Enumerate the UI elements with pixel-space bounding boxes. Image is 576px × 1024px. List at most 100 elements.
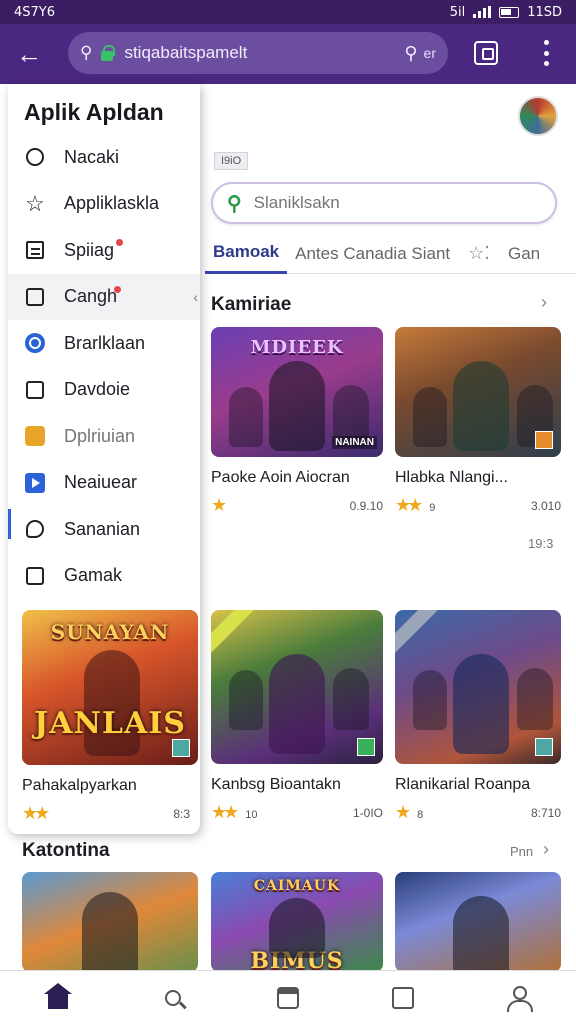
small-badge: I9iO xyxy=(214,152,249,170)
app-size: 1-0IO xyxy=(352,805,383,820)
tab-antes[interactable]: Antes Canadia Siant xyxy=(287,234,458,274)
url-suffix: er xyxy=(423,45,436,61)
nav-tabs[interactable] xyxy=(268,978,308,1018)
rating-stars-icon: ★ xyxy=(395,802,411,822)
app-size: 8:710 xyxy=(530,805,561,820)
app-size: 8:3 xyxy=(173,806,190,821)
app-card[interactable] xyxy=(22,872,198,970)
app-meta: ★ 0.9.10 xyxy=(211,495,383,516)
drawer-item-label: Davdoie xyxy=(64,379,131,400)
url-text: stiqabaitspamelt xyxy=(124,43,248,62)
category-tabs: Bamoak Antes Canadia Siant ☆⁚ Gan xyxy=(205,234,576,274)
app-card[interactable]: MDIEEK NAINAN Paoke Aoin Aiocran ★ 0.9.1… xyxy=(211,327,383,516)
drawer-item-appliklaskla[interactable]: ☆ Appliklaskla xyxy=(8,181,200,228)
user-icon xyxy=(506,985,534,1012)
rating-note: 9 xyxy=(429,502,436,514)
drawer-item-davdoie[interactable]: Davdoie xyxy=(8,367,200,414)
rating-stars-icon: ★★ xyxy=(22,803,50,823)
tab-gan[interactable]: Gan xyxy=(500,234,548,274)
drawer-item-spiiag[interactable]: Spiiag xyxy=(8,227,200,274)
overflow-menu-icon[interactable] xyxy=(536,38,556,68)
search-icon: ⚲ xyxy=(227,192,242,215)
section-title-katontina: Katontina xyxy=(22,840,110,861)
drawer-item-label: Dplriuian xyxy=(64,425,136,446)
address-bar[interactable]: ⚲ stiqabaitspamelt ⚲ er xyxy=(68,32,448,74)
home-icon xyxy=(43,982,72,1009)
nav-home[interactable] xyxy=(38,978,78,1018)
notification-dot xyxy=(116,239,123,246)
rating-note: 10 xyxy=(245,809,258,821)
app-meta: ★★ 10 1-0IO xyxy=(211,802,383,823)
star-outline-icon: ☆ xyxy=(25,190,45,216)
app-logo-text: CAIMAUK xyxy=(253,878,341,894)
featured-app-card[interactable]: SUNAYAN JANLAIS Pahakalpyarkan ★★ 8:3 xyxy=(22,610,198,824)
nav-profile[interactable] xyxy=(498,978,538,1018)
drawer-item-cangh[interactable]: Cangh ‹ xyxy=(8,273,200,320)
app-thumbnail xyxy=(22,872,198,970)
blue-circle-icon xyxy=(24,332,46,354)
inbox-icon xyxy=(24,286,46,308)
lock-icon xyxy=(98,44,116,62)
app-card[interactable]: CAIMAUK BIMUS xyxy=(211,872,383,970)
drawer-item-label: Sananian xyxy=(64,518,141,539)
nav-search[interactable] xyxy=(153,978,193,1018)
drawer-item-sananian[interactable]: Sananian xyxy=(8,506,200,553)
notification-dot xyxy=(114,285,121,293)
drawer-item-label: Appliklaskla xyxy=(64,193,160,214)
drawer-item-gamak[interactable]: Gamak xyxy=(8,553,200,600)
app-thumbnail: CAIMAUK BIMUS xyxy=(211,872,383,970)
app-logo-text-2: JANLAIS xyxy=(34,706,186,741)
app-card[interactable]: Rlanikarial Roanpa ★ 8 8:710 xyxy=(395,610,561,823)
app-card[interactable] xyxy=(395,872,561,970)
browser-toolbar: ← ⚲ stiqabaitspamelt ⚲ er xyxy=(0,24,576,84)
app-thumbnail xyxy=(395,610,561,764)
row-count: 19:3 xyxy=(528,536,554,551)
battery-icon xyxy=(499,6,520,18)
drawer-item-nacaki[interactable]: Nacaki xyxy=(8,134,200,181)
app-title: Hlabka Nlangi... xyxy=(395,469,508,486)
app-title: Kanbsg Bioantakn xyxy=(211,776,341,793)
chevron-right-icon[interactable]: › xyxy=(541,292,547,313)
tabs-switcher-icon[interactable] xyxy=(474,41,498,65)
lens-search-icon[interactable]: ⚲ xyxy=(404,43,417,64)
search-icon: ⚲ xyxy=(80,43,93,62)
drawer-item-dplriuian[interactable]: Dplriuian xyxy=(8,413,200,460)
compass-icon xyxy=(24,146,46,168)
drawer-item-label: Neaiuear xyxy=(64,472,138,493)
app-logo-text: MDIEEK xyxy=(250,337,344,358)
drawer-item-neaiuear[interactable]: Neaiuear xyxy=(8,460,200,507)
drawer-item-label: Nacaki xyxy=(64,146,120,167)
nav-square[interactable] xyxy=(383,978,423,1018)
tab-icon xyxy=(276,986,299,1009)
app-corner-badge xyxy=(535,738,553,756)
app-meta: ★★ 9 3.010 xyxy=(395,495,561,516)
drawer-item-brarlklaan[interactable]: Brarlklaan xyxy=(8,320,200,367)
tab-bamoak[interactable]: Bamoak xyxy=(205,234,288,274)
app-size: 0.9.10 xyxy=(349,498,383,513)
drawer-item-label: Spiiag xyxy=(64,239,115,260)
status-clock: 11SD xyxy=(527,4,562,20)
rating-stars-icon: ★★ xyxy=(395,495,423,515)
star-filter-icon[interactable]: ☆⁚ xyxy=(458,234,500,274)
store-search-bar[interactable]: ⚲ xyxy=(211,182,557,224)
app-title: Pahakalpyarkan xyxy=(22,777,137,794)
chevron-left-icon: ‹ xyxy=(193,288,198,305)
app-card[interactable]: Kanbsg Bioantakn ★★ 10 1-0IO xyxy=(211,610,383,823)
bottom-navigation xyxy=(0,970,576,1024)
chat-bubble-icon xyxy=(24,518,46,540)
app-thumbnail xyxy=(395,327,561,457)
search-icon xyxy=(164,989,181,1006)
see-all-link[interactable]: Pnn xyxy=(510,844,533,859)
avatar[interactable] xyxy=(518,96,558,136)
app-card[interactable]: Hlabka Nlangi... ★★ 9 3.010 xyxy=(395,327,561,516)
back-arrow-icon[interactable]: ← xyxy=(0,24,58,84)
search-input[interactable] xyxy=(253,193,514,213)
app-thumbnail: SUNAYAN JANLAIS xyxy=(22,610,198,765)
chevron-right-icon[interactable]: › xyxy=(543,839,549,860)
navigation-drawer: Aplik Apldan Nacaki ☆ Appliklaskla Spiia… xyxy=(8,84,200,834)
status-bar: 4S7Y6 5il 11SD xyxy=(0,0,576,24)
app-tag: NAINAN xyxy=(332,436,377,449)
rating-stars-icon: ★★ xyxy=(211,802,239,822)
download-box-icon xyxy=(24,379,46,401)
list-icon xyxy=(24,239,46,261)
